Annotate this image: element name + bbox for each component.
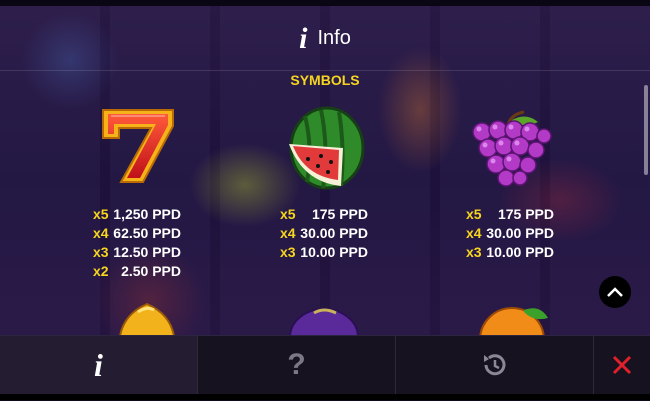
pay-row: x5 175 PPD (280, 206, 368, 222)
close-button[interactable] (594, 336, 650, 394)
page-title: Info (317, 27, 351, 49)
pay-row: x3 10.00 PPD (280, 244, 368, 260)
pay-row: x4 30.00 PPD (466, 225, 554, 241)
seven-symbol-icon (95, 104, 180, 191)
pay-row: x4 62.50 PPD (93, 225, 181, 241)
tab-info[interactable]: i (0, 336, 198, 394)
pay-row: x4 30.00 PPD (280, 225, 368, 241)
bottom-strip (0, 394, 650, 400)
pay-row: x2 2.50 PPD (93, 263, 181, 279)
watermelon-symbol-icon (283, 104, 367, 197)
close-icon (612, 355, 632, 375)
history-icon (483, 354, 505, 376)
pay-row: x5 175 PPD (466, 206, 554, 222)
scrollbar[interactable] (644, 85, 648, 175)
header-divider (0, 70, 650, 71)
bottom-nav: i ? (0, 335, 650, 401)
header: i Info (0, 6, 650, 71)
scroll-top-button[interactable] (599, 276, 631, 308)
pay-row: x5 1,250 PPD (93, 206, 181, 222)
info-icon: i (94, 346, 103, 383)
pay-row: x3 12.50 PPD (93, 244, 181, 260)
chevron-up-icon (607, 287, 623, 297)
grapes-symbol-icon (468, 110, 552, 195)
section-title: SYMBOLS (290, 72, 360, 88)
pay-row: x3 10.00 PPD (466, 244, 554, 260)
question-icon: ? (287, 348, 306, 381)
info-icon: i (299, 21, 308, 55)
tab-history[interactable] (396, 336, 594, 394)
tab-help[interactable]: ? (198, 336, 396, 394)
